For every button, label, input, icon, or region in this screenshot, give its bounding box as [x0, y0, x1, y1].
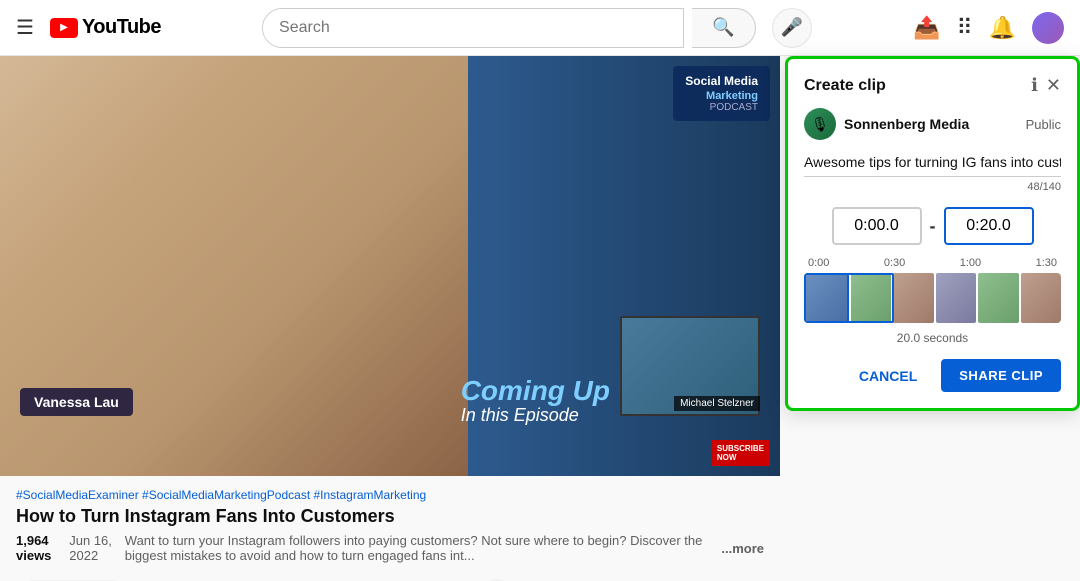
- overlay-line3: PODCAST: [685, 102, 758, 113]
- clip-time-row: -: [804, 207, 1061, 245]
- timeline-labels: 0:00 0:30 1:00 1:30: [804, 257, 1061, 269]
- podcast-overlay: Social Media Marketing PODCAST: [673, 66, 770, 121]
- more-link[interactable]: ...more: [721, 541, 764, 556]
- thumb-inner-6: [1021, 273, 1062, 323]
- timeline-strip[interactable]: [804, 273, 1061, 323]
- clip-start-time[interactable]: [832, 207, 922, 245]
- speaker-name-badge: Vanessa Lau: [20, 388, 133, 416]
- subscribe-badge: SUBSCRIBENOW: [711, 440, 770, 466]
- yt-text: YouTube: [82, 16, 161, 39]
- header-left: ☰ YouTube: [16, 15, 161, 40]
- action-bar: 👍 99 👎 ↗ Share ⬇ Download ✂ Clip +: [0, 571, 780, 581]
- header-right: 📤 ⠿ 🔔: [913, 12, 1064, 44]
- thumb-inner-3: [893, 273, 934, 323]
- video-player[interactable]: Social Media Marketing PODCAST Coming Up…: [0, 56, 780, 476]
- video-views: 1,964 views: [16, 533, 61, 563]
- left-panel: Social Media Marketing PODCAST Coming Up…: [0, 56, 780, 581]
- timeline-label-3: 1:30: [1036, 257, 1057, 269]
- grid-icon[interactable]: ⠿: [956, 15, 972, 41]
- clip-actions: CANCEL SHARE CLIP: [804, 359, 1061, 392]
- share-clip-button[interactable]: SHARE CLIP: [941, 359, 1061, 392]
- thumb-inner-4: [936, 273, 977, 323]
- video-title: How to Turn Instagram Fans Into Customer…: [16, 506, 764, 527]
- search-icon: 🔍: [712, 17, 734, 38]
- clip-info-button[interactable]: ℹ: [1031, 75, 1038, 96]
- timeline-thumb-1[interactable]: [804, 273, 849, 323]
- timeline-thumb-4[interactable]: [936, 273, 977, 323]
- thumb-inner-1: [806, 275, 847, 321]
- clip-dialog: Create clip ℹ ✕ 🎙 Sonnenberg Media Publi…: [785, 56, 1080, 411]
- coming-up-sub: In this Episode: [461, 405, 610, 426]
- clip-close-button[interactable]: ✕: [1046, 75, 1061, 96]
- search-input[interactable]: [263, 9, 683, 47]
- video-meta: 1,964 views Jun 16, 2022 Want to turn yo…: [16, 533, 764, 563]
- bell-icon[interactable]: 🔔: [989, 15, 1016, 41]
- video-info: #SocialMediaExaminer #SocialMediaMarketi…: [0, 476, 780, 563]
- search-button[interactable]: 🔍: [692, 8, 756, 48]
- avatar[interactable]: [1032, 12, 1064, 44]
- menu-icon[interactable]: ☰: [16, 15, 34, 40]
- clip-description-input[interactable]: [804, 150, 1061, 177]
- channel-visibility: Public: [1026, 117, 1061, 132]
- overlay-line1: Social Media: [685, 74, 758, 90]
- thumb-inner-2: [851, 273, 892, 323]
- timeline-thumb-3[interactable]: [893, 273, 934, 323]
- timeline-thumb-5[interactable]: [978, 273, 1019, 323]
- mic-button[interactable]: 🎤: [772, 8, 812, 48]
- time-dash: -: [930, 216, 936, 237]
- channel-icon: 🎙: [804, 108, 836, 140]
- clip-char-count: 48/140: [804, 181, 1061, 193]
- coming-up-main: Coming Up: [461, 377, 610, 405]
- search-bar: [262, 8, 684, 48]
- coming-up-text: Coming Up In this Episode: [461, 377, 610, 426]
- guest-name-label: Michael Stelzner: [674, 396, 760, 411]
- yt-icon: [50, 18, 78, 38]
- channel-name: Sonnenberg Media: [844, 116, 969, 132]
- timeline-thumb-6[interactable]: [1021, 273, 1062, 323]
- clip-channel: 🎙 Sonnenberg Media Public: [804, 108, 1061, 140]
- clip-dialog-header: Create clip ℹ ✕: [804, 75, 1061, 96]
- cancel-button[interactable]: CANCEL: [843, 359, 933, 392]
- overlay-line2: Marketing: [685, 90, 758, 102]
- clip-dialog-title: Create clip: [804, 77, 886, 95]
- upload-icon[interactable]: 📤: [913, 15, 940, 41]
- mic-icon: 🎤: [781, 17, 803, 38]
- thumb-inner-5: [978, 273, 1019, 323]
- clip-end-time[interactable]: [944, 207, 1034, 245]
- video-date: Jun 16, 2022: [69, 533, 117, 563]
- timeline-thumb-2[interactable]: [851, 273, 892, 323]
- timeline-label-1: 0:30: [884, 257, 905, 269]
- youtube-logo[interactable]: YouTube: [50, 16, 161, 39]
- clip-header-icons: ℹ ✕: [1031, 75, 1061, 96]
- timeline-label-0: 0:00: [808, 257, 829, 269]
- timeline-label-2: 1:00: [960, 257, 981, 269]
- clip-timeline[interactable]: 0:00 0:30 1:00 1:30: [804, 257, 1061, 323]
- video-description: Want to turn your Instagram followers in…: [125, 533, 714, 563]
- video-hashtags: #SocialMediaExaminer #SocialMediaMarketi…: [16, 488, 764, 502]
- header-center: 🔍 🎤: [161, 8, 913, 48]
- channel-icon-glyph: 🎙: [811, 116, 829, 133]
- header: ☰ YouTube 🔍 🎤 📤 ⠿ 🔔: [0, 0, 1080, 56]
- clip-duration: 20.0 seconds: [804, 331, 1061, 345]
